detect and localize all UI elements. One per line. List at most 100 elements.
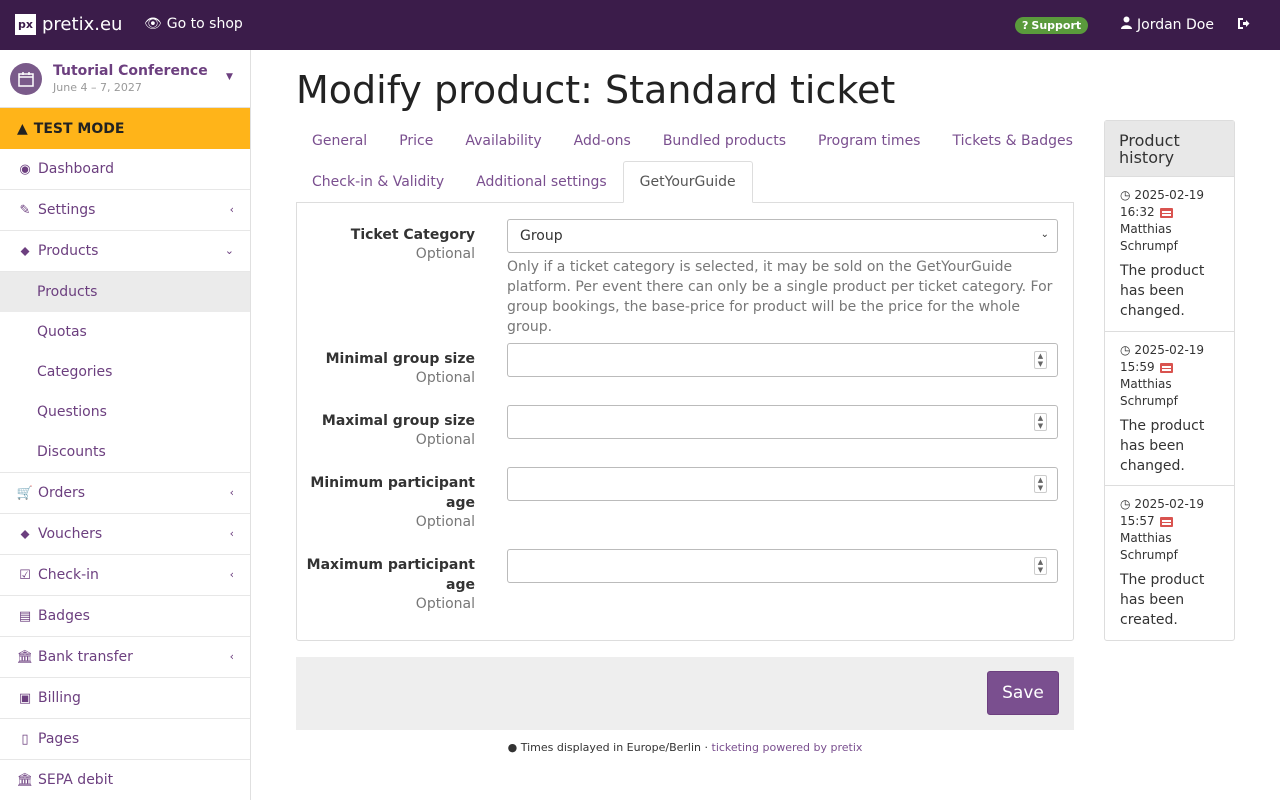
tab-additional-settings[interactable]: Additional settings — [460, 161, 623, 202]
min-group-size-input[interactable]: ▲ ▼ — [507, 343, 1058, 377]
history-entry: ◷ 2025-02-19 15:57 Matthias Schrumpf The… — [1105, 486, 1234, 630]
sidebar-subitem-categories[interactable]: Categories — [0, 352, 250, 392]
ticket-category-value: Group — [520, 228, 563, 244]
history-text: The product has been created. — [1120, 572, 1205, 628]
ticket-category-help: Only if a ticket category is selected, i… — [507, 259, 1053, 335]
number-spinner-icon[interactable]: ▲ ▼ — [1034, 413, 1047, 431]
bank-icon: 🏛 — [16, 649, 34, 665]
id-card-icon: ▤ — [18, 608, 32, 624]
sidebar-item-settings[interactable]: ✎ Settings ‹ — [0, 190, 250, 231]
sidebar-item-bank-transfer[interactable]: 🏛 Bank transfer ‹ — [0, 637, 250, 678]
brand-name: pretix.eu — [42, 14, 123, 35]
tab-bar-row-1: General Price Availability Add-ons Bundl… — [296, 120, 1089, 161]
page-title: Modify product: Standard ticket — [296, 68, 896, 112]
user-menu-link[interactable]: Jordan Doe — [1121, 16, 1214, 33]
money-icon: ▣ — [18, 690, 32, 706]
footer-powered-by-link[interactable]: ticketing powered by pretix — [712, 741, 863, 754]
product-history-panel: Product history ◷ 2025-02-19 16:32 Matth… — [1104, 120, 1235, 641]
event-switcher[interactable]: Tutorial Conference June 4 – 7, 2027 ▼ — [0, 50, 250, 108]
id-card-icon — [1160, 207, 1174, 218]
file-icon: ▯ — [21, 731, 29, 747]
number-spinner-icon[interactable]: ▲ ▼ — [1034, 557, 1047, 575]
go-to-shop-label: Go to shop — [166, 16, 243, 32]
user-name: Jordan Doe — [1137, 16, 1214, 33]
clock-icon: ◷ — [1120, 497, 1131, 511]
sidebar-item-billing[interactable]: ▣ Billing — [0, 678, 250, 719]
history-user: Matthias Schrumpf — [1120, 222, 1178, 253]
sidebar-item-label: SEPA debit — [38, 772, 114, 788]
sidebar-item-sepa-debit[interactable]: 🏛 SEPA debit — [0, 760, 250, 800]
tab-price[interactable]: Price — [383, 120, 449, 161]
test-mode-banner: ▲ TEST MODE — [0, 108, 250, 149]
bank-icon: 🏛 — [16, 772, 34, 788]
ticket-category-select[interactable]: Group ⌄ — [507, 219, 1058, 253]
history-text: The product has been changed. — [1120, 263, 1205, 319]
optional-hint: Optional — [415, 432, 475, 448]
optional-hint: Optional — [415, 596, 475, 612]
history-entry: ◷ 2025-02-19 15:59 Matthias Schrumpf The… — [1105, 332, 1234, 486]
chevron-down-icon: ⌄ — [224, 244, 234, 257]
history-text: The product has been changed. — [1120, 418, 1205, 474]
tab-check-in-validity[interactable]: Check-in & Validity — [296, 161, 460, 202]
sidebar-subitem-quotas[interactable]: Quotas — [0, 312, 250, 352]
sidebar-item-vouchers[interactable]: ⬥ Vouchers ‹ — [0, 514, 250, 555]
tab-program-times[interactable]: Program times — [802, 120, 936, 161]
getyourguide-form-panel: Ticket Category Optional Group ⌄ Only if… — [296, 202, 1074, 641]
check-square-icon: ☑ — [19, 567, 31, 583]
number-spinner-icon[interactable]: ▲ ▼ — [1034, 351, 1047, 369]
sidebar-subitem-discounts[interactable]: Discounts — [0, 432, 250, 472]
number-spinner-icon[interactable]: ▲ ▼ — [1034, 475, 1047, 493]
tab-bundled-products[interactable]: Bundled products — [647, 120, 802, 161]
sidebar-item-badges[interactable]: ▤ Badges — [0, 596, 250, 637]
tab-tickets-badges[interactable]: Tickets & Badges — [936, 120, 1088, 161]
sidebar-subitem-products[interactable]: Products — [0, 272, 250, 312]
min-group-size-label: Minimal group size — [325, 351, 475, 367]
chevron-left-icon: ‹ — [229, 203, 234, 216]
calendar-icon — [10, 63, 42, 95]
globe-icon: ● — [507, 741, 518, 754]
top-navbar: px pretix.eu 👁 Go to shop ? Support Jord… — [0, 0, 1280, 50]
warning-icon: ▲ — [17, 120, 28, 137]
sidebar-item-label: Settings — [38, 202, 96, 218]
tags-icon: ⬥ — [20, 243, 30, 259]
footer-timezone: Times displayed in Europe/Berlin — [520, 741, 701, 754]
event-name: Tutorial Conference — [53, 63, 208, 79]
max-participant-age-label: Maximum participant age — [306, 557, 475, 593]
history-entry: ◷ 2025-02-19 16:32 Matthias Schrumpf The… — [1105, 177, 1234, 332]
tab-availability[interactable]: Availability — [449, 120, 557, 161]
products-submenu: Products Quotas Categories Questions Dis… — [0, 272, 250, 473]
min-participant-age-input[interactable]: ▲ ▼ — [507, 467, 1058, 501]
id-card-icon — [1160, 362, 1174, 373]
save-button[interactable]: Save — [987, 671, 1059, 715]
sidebar-item-dashboard[interactable]: ◉ Dashboard — [0, 149, 250, 190]
chevron-left-icon: ‹ — [229, 486, 234, 499]
sidebar-item-products[interactable]: ⬥ Products ⌄ — [0, 231, 250, 272]
sidebar-item-orders[interactable]: 🛒 Orders ‹ — [0, 473, 250, 514]
tab-getyourguide[interactable]: GetYourGuide — [622, 161, 753, 203]
max-group-size-input[interactable]: ▲ ▼ — [507, 405, 1058, 439]
sidebar-item-pages[interactable]: ▯ Pages — [0, 719, 250, 760]
sidebar-item-check-in[interactable]: ☑ Check-in ‹ — [0, 555, 250, 596]
sidebar-subitem-questions[interactable]: Questions — [0, 392, 250, 432]
pretix-logo-icon: px — [15, 14, 36, 35]
chevron-left-icon: ‹ — [229, 527, 234, 540]
sidebar-item-label: Dashboard — [38, 161, 114, 177]
tab-bar-row-2: Check-in & Validity Additional settings … — [296, 161, 753, 203]
footer: ● Times displayed in Europe/Berlin · tic… — [296, 741, 1074, 754]
go-to-shop-link[interactable]: 👁 Go to shop — [144, 16, 243, 32]
user-icon — [1121, 16, 1132, 33]
optional-hint: Optional — [415, 370, 475, 386]
support-label: Support — [1031, 19, 1082, 32]
max-participant-age-input[interactable]: ▲ ▼ — [507, 549, 1058, 583]
tab-add-ons[interactable]: Add-ons — [558, 120, 647, 161]
clock-icon: ◷ — [1120, 188, 1131, 202]
footer-separator: · — [701, 741, 712, 754]
logout-icon[interactable] — [1237, 17, 1250, 34]
sidebar-item-label: Orders — [38, 485, 86, 501]
support-button[interactable]: ? Support — [1015, 17, 1089, 34]
optional-hint: Optional — [415, 514, 475, 530]
tab-general[interactable]: General — [296, 120, 383, 161]
cart-icon: 🛒 — [16, 485, 34, 501]
clock-icon: ◷ — [1120, 343, 1131, 357]
pretix-logo[interactable]: px pretix.eu — [15, 14, 122, 35]
